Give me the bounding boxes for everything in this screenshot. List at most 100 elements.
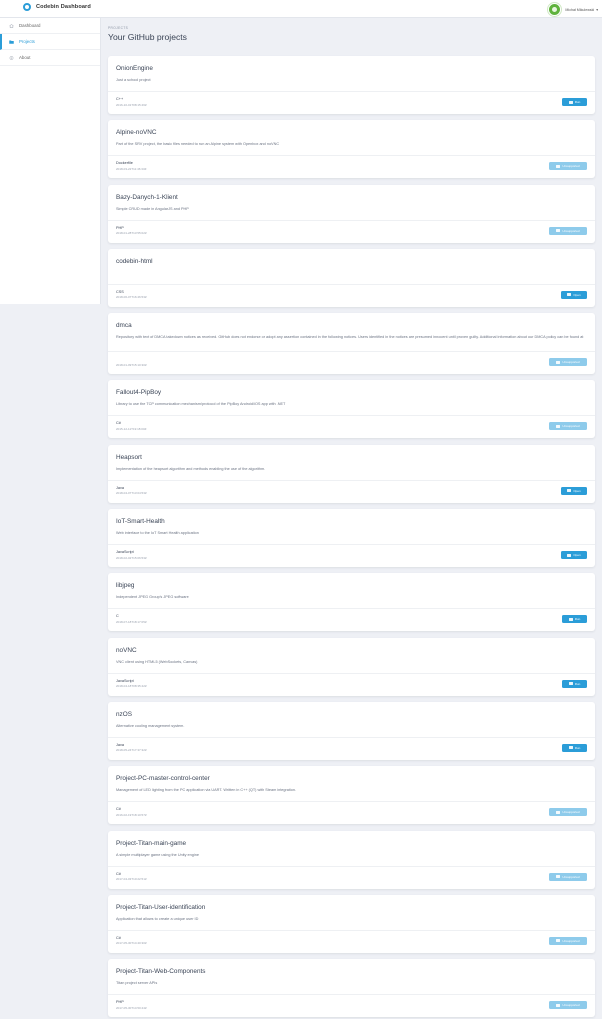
project-name[interactable]: dmca <box>116 322 132 329</box>
card-divider <box>108 608 595 610</box>
project-card: Fallout4-PipBoy Library to use the TCP c… <box>108 380 595 439</box>
button-label: Open <box>573 553 581 558</box>
project-card: Bazy-Danych-1-Klient Simple CRUD made in… <box>108 184 595 243</box>
project-date: 2018-04-18T08:35:42Z <box>116 684 147 689</box>
project-language: PHP <box>116 1000 124 1005</box>
project-name[interactable]: Heapsort <box>116 454 142 461</box>
project-name[interactable]: codebin-html <box>116 258 153 265</box>
project-description: Part of the SRV project, the basic files… <box>116 142 280 147</box>
brand-name: Codebin Dashboard <box>36 4 91 10</box>
project-date: 2018-07-18T18:17:05Z <box>116 619 147 624</box>
unsupported-icon <box>556 939 561 943</box>
project-date: 2015-12-11T19:18:00Z <box>116 426 147 431</box>
run-icon <box>568 746 573 750</box>
project-card: Heapsort Implementation of the heapsort … <box>108 444 595 503</box>
project-date: 2018-02-02T15:06:53Z <box>116 555 147 560</box>
unsupported-button[interactable]: Unsupported <box>549 1001 587 1010</box>
project-date: 2018-04-07T13:04:53Z <box>116 491 147 496</box>
project-description: Independent JPEG Group's JPEG software <box>116 595 189 600</box>
page-header: PROJECTS Your GitHub projects <box>108 26 595 42</box>
button-label: Unsupported <box>562 938 580 943</box>
button-label: Run <box>574 617 581 622</box>
project-description: Management of LED lighting from the PC a… <box>116 788 297 793</box>
project-card: Project-Titan-Web-Components Titan proje… <box>108 959 595 1018</box>
project-description: A simple multiplayer game using the Unit… <box>116 852 199 857</box>
project-name[interactable]: Alpine-noVNC <box>116 129 157 136</box>
project-card: nzOS Alternative cooling management syst… <box>108 701 595 760</box>
page-title: Your GitHub projects <box>108 32 187 42</box>
open-button[interactable]: Open <box>561 290 587 299</box>
sidebar-item-projects[interactable]: Projects <box>0 34 100 50</box>
project-card: dmca Repository with text of DMCA takedo… <box>108 313 595 375</box>
project-date: 2016-10-01T08:15:46Z <box>116 102 147 107</box>
button-label: Unsupported <box>562 1003 580 1008</box>
project-description: Simple CRUD made in AngularJS and PHP <box>116 206 189 211</box>
card-divider <box>108 155 595 157</box>
project-language: C# <box>116 807 121 812</box>
run-button[interactable]: Run <box>562 615 587 624</box>
user-avatar <box>548 3 562 16</box>
project-description: Application that allows to create a uniq… <box>116 916 199 921</box>
project-name[interactable]: Bazy-Danych-1-Klient <box>116 194 178 201</box>
project-card: Project-Titan-main-game A simple multipl… <box>108 830 595 889</box>
user-menu[interactable]: Michał Mikulewski ▾ <box>548 3 598 16</box>
unsupported-icon <box>556 164 561 168</box>
project-name[interactable]: noVNC <box>116 647 137 654</box>
project-name[interactable]: OnionEngine <box>116 65 153 72</box>
sidebar-item-about[interactable]: About <box>0 50 100 66</box>
project-name[interactable]: Fallout4-PipBoy <box>116 389 161 396</box>
project-language: JavaScript <box>116 550 134 555</box>
project-card: IoT-Smart-Health Web interface to the Io… <box>108 509 595 568</box>
run-button[interactable]: Run <box>562 743 587 752</box>
project-name[interactable]: Project-PC-master-control-center <box>116 775 210 782</box>
project-list: OnionEngine Just a school project C++ 20… <box>108 56 595 1019</box>
project-name[interactable]: Project-Titan-main-game <box>116 840 186 847</box>
project-language: C++ <box>116 97 124 101</box>
project-name[interactable]: nzOS <box>116 711 132 718</box>
card-divider <box>108 351 595 353</box>
card-divider <box>108 736 595 738</box>
project-language: Java <box>116 485 125 490</box>
unsupported-icon <box>556 810 561 814</box>
user-name: Michał Mikulewski <box>565 7 595 12</box>
project-card: codebin-html CSS 2018-06-07T16:46:53Z Op… <box>108 248 595 307</box>
unsupported-button[interactable]: Unsupported <box>549 226 587 235</box>
project-name[interactable]: Project-Titan-Web-Components <box>116 968 206 975</box>
unsupported-button[interactable]: Unsupported <box>549 872 587 881</box>
sidebar-item-dashboard[interactable]: Dashboard <box>0 18 100 34</box>
unsupported-button[interactable]: Unsupported <box>549 808 587 817</box>
project-date: 2017-04-03T10:22:51Z <box>116 877 147 882</box>
project-description: VNC client using HTML5 (WebSockets, Canv… <box>116 659 198 664</box>
unsupported-button[interactable]: Unsupported <box>549 422 587 431</box>
unsupported-button[interactable]: Unsupported <box>549 162 587 171</box>
brand[interactable]: Codebin Dashboard <box>23 3 91 11</box>
project-language: C <box>116 614 119 619</box>
open-icon <box>567 489 572 493</box>
project-name[interactable]: Project-Titan-User-identification <box>116 904 205 911</box>
card-divider <box>108 672 595 674</box>
button-label: Open <box>573 488 581 493</box>
unsupported-button[interactable]: Unsupported <box>549 936 587 945</box>
open-button[interactable]: Open <box>561 551 587 560</box>
button-label: Unsupported <box>562 228 580 233</box>
run-button[interactable]: Run <box>562 98 587 106</box>
project-language: JavaScript <box>116 678 134 683</box>
project-name[interactable]: IoT-Smart-Health <box>116 518 165 525</box>
sidebar: Dashboard Projects About <box>0 18 101 304</box>
button-label: Run <box>574 100 581 104</box>
project-description: Repository with text of DMCA takedown no… <box>116 335 584 340</box>
project-language: Dockerfile <box>116 161 133 166</box>
project-language: CSS <box>116 289 124 294</box>
unsupported-icon <box>556 360 561 364</box>
unsupported-button[interactable]: Unsupported <box>549 358 587 367</box>
run-button[interactable]: Run <box>562 679 587 688</box>
project-name[interactable]: libjpeg <box>116 582 134 589</box>
project-date: 2018-01-28T13:55:02Z <box>116 231 147 236</box>
folder-icon <box>9 40 14 44</box>
project-description: Titan project server APIs <box>116 981 158 986</box>
button-label: Unsupported <box>562 810 580 815</box>
project-description: Just a school project <box>116 78 151 82</box>
button-label: Unsupported <box>562 164 580 169</box>
open-button[interactable]: Open <box>561 486 587 495</box>
project-card: OnionEngine Just a school project C++ 20… <box>108 56 595 114</box>
